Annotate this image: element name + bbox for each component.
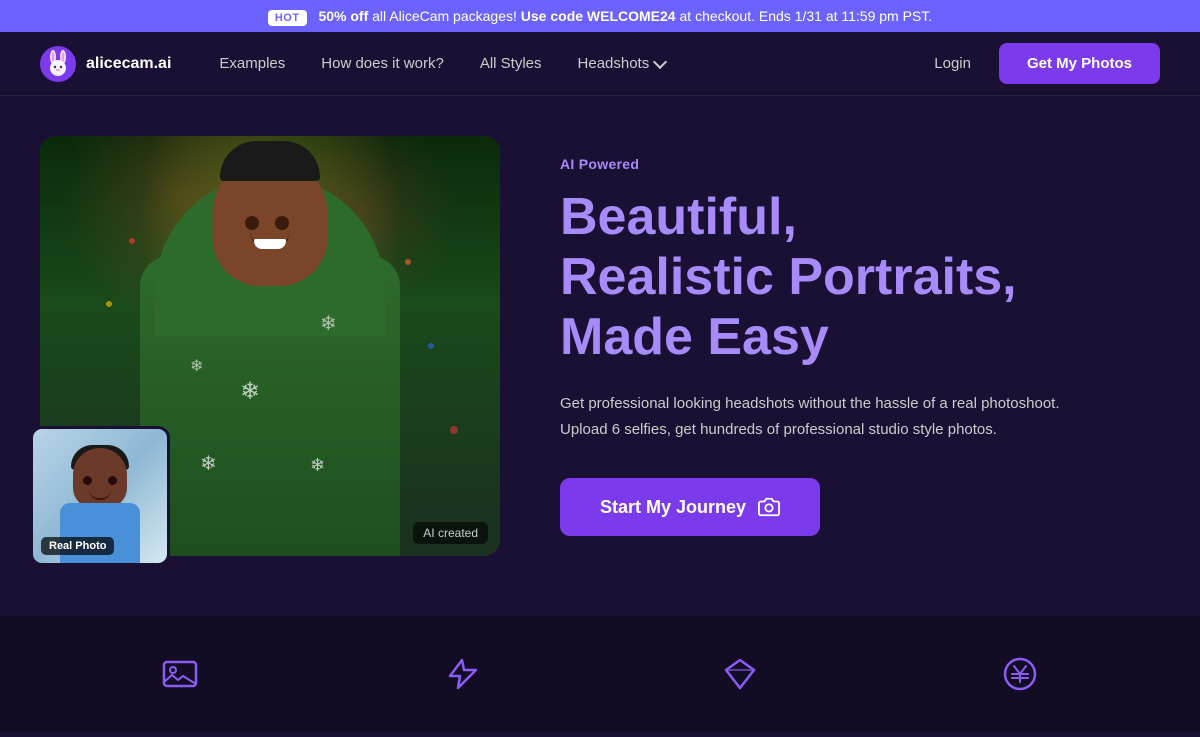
thumbnail-head [73,448,127,508]
hero-description: Get professional looking headshots witho… [560,391,1160,442]
bottom-icon-item-yen [1002,656,1038,692]
get-photos-button[interactable]: Get My Photos [999,43,1160,84]
hot-badge: HOT [268,10,307,26]
headline-line3: Made Easy [560,308,829,366]
nav-link-headshots[interactable]: Headshots [578,55,666,72]
promo-plain-text: all AliceCam packages! [372,8,521,24]
bottom-icon-item-image [162,656,198,692]
description-line1: Get professional looking headshots witho… [560,391,1160,417]
nav-link-how-it-works[interactable]: How does it work? [321,55,444,72]
promo-suffix: at checkout. Ends 1/31 at 11:59 pm PST. [680,8,933,24]
bottom-icon-item-diamond [722,656,758,692]
headshots-label: Headshots [578,55,650,72]
bottom-icon-item-lightning [442,656,478,692]
nav-right: Login Get My Photos [934,43,1160,84]
hero-text: AI Powered Beautiful, Realistic Portrait… [560,136,1160,536]
headshots-chevron-icon [653,55,667,69]
bottom-section [0,616,1200,732]
navbar: alicecam.ai Examples How does it work? A… [0,32,1200,96]
promo-code: Use code WELCOME24 [521,8,676,24]
ai-created-label: AI created [413,522,488,544]
headline-line1: Beautiful, [560,188,797,246]
nav-link-examples[interactable]: Examples [219,55,285,72]
start-journey-label: Start My Journey [600,497,746,518]
image-gallery-icon [162,656,198,692]
nav-links: Examples How does it work? All Styles He… [219,55,934,72]
diamond-icon [722,656,758,692]
hero-headline: Beautiful, Realistic Portraits, Made Eas… [560,188,1160,367]
promo-bold-text: 50% off [318,8,368,24]
hero-thumbnail: Real Photo [30,426,170,566]
headline-line2: Realistic Portraits, [560,248,1017,306]
camera-icon [758,496,780,518]
lightning-bolt-icon [442,656,478,692]
ai-powered-label: AI Powered [560,156,1160,172]
nav-link-all-styles[interactable]: All Styles [480,55,542,72]
hero-image-wrapper: ★ ❄ ❄ [40,136,500,556]
start-journey-button[interactable]: Start My Journey [560,478,820,536]
description-line2: Upload 6 selfies, get hundreds of profes… [560,417,1160,443]
logo-icon [40,46,76,82]
nav-logo[interactable]: alicecam.ai [40,46,171,82]
promo-banner: HOT 50% off all AliceCam packages! Use c… [0,0,1200,32]
nav-login-link[interactable]: Login [934,55,971,72]
hero-section: ★ ❄ ❄ [0,96,1200,596]
real-photo-label: Real Photo [41,537,114,555]
yen-currency-icon [1002,656,1038,692]
nav-brand-text: alicecam.ai [86,55,171,73]
